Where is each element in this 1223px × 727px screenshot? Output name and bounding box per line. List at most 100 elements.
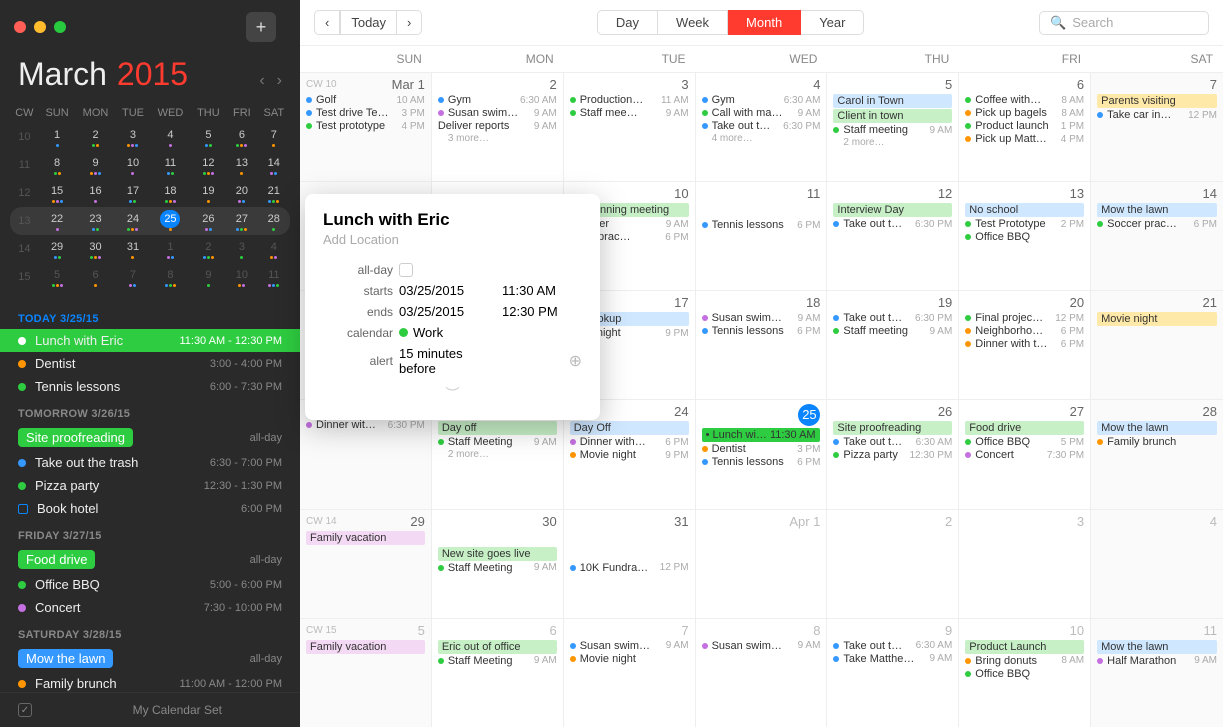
day-cell[interactable]: CW 155Family vacation xyxy=(300,619,432,727)
event[interactable]: Susan swim…9 AM xyxy=(438,107,557,119)
event[interactable]: Family vacation xyxy=(306,640,425,654)
mini-day[interactable]: 15 xyxy=(39,179,76,207)
mini-day[interactable]: 26 xyxy=(191,207,227,235)
day-cell[interactable]: 7Parents visitingTake car in…12 PM xyxy=(1091,73,1223,181)
event[interactable]: Tennis lessons6 PM xyxy=(702,219,821,231)
mini-day[interactable]: 4 xyxy=(150,123,190,151)
mini-day[interactable]: 9 xyxy=(191,263,227,291)
mini-day[interactable]: 5 xyxy=(39,263,76,291)
event[interactable]: Day off xyxy=(438,421,557,435)
day-cell[interactable]: Apr 1 xyxy=(696,510,828,618)
search-field[interactable]: 🔍 Search xyxy=(1039,11,1209,35)
agenda-row[interactable]: Pizza party12:30 - 1:30 PM xyxy=(0,474,300,497)
day-cell[interactable]: CW 10Mar 1Golf10 AMTest drive Te…3 PMTes… xyxy=(300,73,432,181)
mini-day[interactable]: 2 xyxy=(191,235,227,263)
event[interactable]: Susan swim…9 AM xyxy=(702,312,821,324)
event[interactable]: Movie night xyxy=(570,653,689,665)
event[interactable]: Susan swim…9 AM xyxy=(570,640,689,652)
event[interactable]: Take out t…6:30 AM xyxy=(833,640,952,652)
mini-day[interactable]: 4 xyxy=(258,235,290,263)
mini-day[interactable]: 6 xyxy=(75,263,115,291)
agenda-row[interactable]: Concert7:30 - 10:00 PM xyxy=(0,596,300,619)
mini-day[interactable]: 17 xyxy=(116,179,151,207)
event[interactable]: Production…11 AM xyxy=(570,94,689,106)
add-event-button[interactable]: + xyxy=(246,12,276,42)
day-cell[interactable]: 7Susan swim…9 AMMovie night xyxy=(564,619,696,727)
mini-day[interactable]: 24 xyxy=(116,207,151,235)
mini-day[interactable]: 23 xyxy=(75,207,115,235)
day-cell[interactable]: 11Mow the lawnHalf Marathon9 AM xyxy=(1091,619,1223,727)
mini-day[interactable]: 28 xyxy=(258,207,290,235)
event[interactable]: Office BBQ5 PM xyxy=(965,436,1084,448)
mini-day[interactable]: 2 xyxy=(75,123,115,151)
event[interactable]: Tennis lessons6 PM xyxy=(702,456,821,468)
day-cell[interactable]: 6Eric out of officeStaff Meeting9 AM xyxy=(432,619,564,727)
day-cell[interactable]: 28Mow the lawnFamily brunch xyxy=(1091,400,1223,508)
mini-day[interactable]: 14 xyxy=(258,151,290,179)
agenda-row[interactable]: Site proofreadingall-day xyxy=(0,424,300,451)
popover-expand[interactable]: ︶ xyxy=(323,384,582,404)
event[interactable]: Test Prototype2 PM xyxy=(965,218,1084,230)
mini-day[interactable]: 12 xyxy=(191,151,227,179)
event[interactable]: Staff Meeting9 AM xyxy=(438,436,557,448)
day-cell[interactable]: CW 1429Family vacation xyxy=(300,510,432,618)
day-cell[interactable]: 6Coffee with…8 AMPick up bagels8 AMProdu… xyxy=(959,73,1091,181)
day-cell[interactable]: 19Take out t…6:30 PMStaff meeting9 AM xyxy=(827,291,959,399)
more-events[interactable]: 3 more… xyxy=(438,133,557,144)
event[interactable]: Office BBQ xyxy=(965,668,1084,680)
day-cell[interactable]: 2 xyxy=(827,510,959,618)
mini-day[interactable]: 5 xyxy=(191,123,227,151)
event[interactable]: Day Off xyxy=(570,421,689,435)
mini-day[interactable]: 21 xyxy=(258,179,290,207)
event[interactable]: Parents visiting xyxy=(1097,94,1217,108)
mini-day[interactable]: 6 xyxy=(226,123,257,151)
more-events[interactable]: 2 more… xyxy=(833,137,952,148)
mini-day[interactable]: 29 xyxy=(39,235,76,263)
event[interactable]: Interview Day xyxy=(833,203,952,217)
day-cell[interactable]: 10Product LaunchBring donuts8 AMOffice B… xyxy=(959,619,1091,727)
day-cell[interactable]: 18Susan swim…9 AMTennis lessons6 PM xyxy=(696,291,828,399)
event[interactable]: Dinner wit…6:30 PM xyxy=(306,419,425,431)
event[interactable]: Mow the lawn xyxy=(1097,203,1217,217)
add-alert-icon[interactable]: ⊕ xyxy=(502,351,582,371)
event[interactable]: New site goes live xyxy=(438,547,557,561)
event[interactable]: Test prototype4 PM xyxy=(306,120,425,132)
mini-day[interactable]: 27 xyxy=(226,207,257,235)
next-month-arrow[interactable]: › xyxy=(277,72,282,90)
event[interactable]: Concert7:30 PM xyxy=(965,449,1084,461)
mini-day[interactable]: 10 xyxy=(226,263,257,291)
event[interactable]: Half Marathon9 AM xyxy=(1097,655,1217,667)
mini-day[interactable]: 11 xyxy=(150,151,190,179)
mini-day[interactable]: 19 xyxy=(191,179,227,207)
event[interactable]: 10K Fundra…12 PM xyxy=(570,562,689,574)
event[interactable]: Product Launch xyxy=(965,640,1084,654)
event[interactable]: Mow the lawn xyxy=(1097,640,1217,654)
event[interactable]: Family brunch xyxy=(1097,436,1217,448)
mini-day[interactable]: 8 xyxy=(150,263,190,291)
next-button[interactable]: › xyxy=(397,10,422,35)
event[interactable]: Tennis lessons6 PM xyxy=(702,325,821,337)
event[interactable]: Eric out of office xyxy=(438,640,557,654)
day-cell[interactable]: 3 xyxy=(959,510,1091,618)
minimize-window[interactable] xyxy=(34,21,46,33)
event[interactable]: Neighborho…6 PM xyxy=(965,325,1084,337)
day-cell[interactable]: 3Production…11 AMStaff mee…9 AM xyxy=(564,73,696,181)
event[interactable]: Staff meeting9 AM xyxy=(833,325,952,337)
more-events[interactable]: 2 more… xyxy=(438,449,557,460)
day-cell[interactable]: 25• Lunch wi… 11:30 AMDentist3 PMTennis … xyxy=(696,400,828,508)
allday-checkbox[interactable] xyxy=(399,263,413,277)
mini-day[interactable]: 3 xyxy=(226,235,257,263)
event[interactable]: Deliver reports9 AM xyxy=(438,120,557,132)
event[interactable]: Product launch1 PM xyxy=(965,120,1084,132)
agenda-row[interactable]: Mow the lawnall-day xyxy=(0,645,300,672)
day-cell[interactable]: 14Mow the lawnSoccer prac…6 PM xyxy=(1091,182,1223,290)
day-cell[interactable]: 12Interview DayTake out t…6:30 PM xyxy=(827,182,959,290)
day-cell[interactable]: 30New site goes liveStaff Meeting9 AM xyxy=(432,510,564,618)
agenda-row[interactable]: Tennis lessons6:00 - 7:30 PM xyxy=(0,375,300,398)
event[interactable]: Call with ma…9 AM xyxy=(702,107,821,119)
event[interactable]: Dentist3 PM xyxy=(702,443,821,455)
event[interactable]: Susan swim…9 AM xyxy=(702,640,821,652)
event[interactable]: Pizza party12:30 PM xyxy=(833,449,952,461)
day-cell[interactable]: 8Susan swim…9 AM xyxy=(696,619,828,727)
mini-day[interactable]: 7 xyxy=(116,263,151,291)
